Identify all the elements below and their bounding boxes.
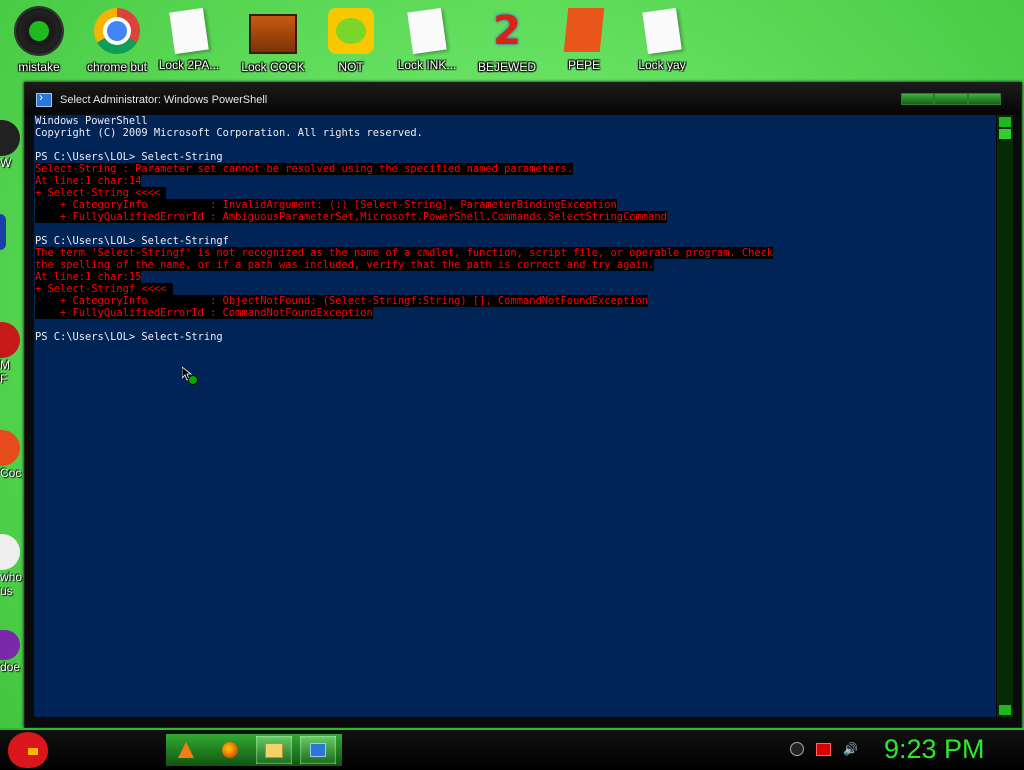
desktop-icon-label: BEJEWED <box>477 60 536 74</box>
scroll-thumb[interactable] <box>999 129 1011 139</box>
console-error-line: + FullyQualifiedErrorId : CommandNotFoun… <box>35 307 373 319</box>
close-button[interactable] <box>967 93 1001 105</box>
app-icon <box>0 214 6 250</box>
desktop-icon-label: Lock 2PA... <box>158 58 220 72</box>
desktop-icon-chrome[interactable]: chrome but <box>78 8 156 74</box>
console-line: PS C:\Users\LOL> Select-String <box>35 151 223 163</box>
window-titlebar[interactable]: Select Administrator: Windows PowerShell <box>25 83 1021 115</box>
system-tray: 🔊 <box>790 742 858 756</box>
volume-icon[interactable]: 🔊 <box>843 742 858 756</box>
desktop-icon-not[interactable]: NOT <box>312 8 390 74</box>
game-icon <box>249 14 297 54</box>
desktop-icon-label: NOT <box>338 60 364 74</box>
window-title: Select Administrator: Windows PowerShell <box>60 94 268 106</box>
desktop-icons: mistake chrome but Lock 2PA... Lock COCK… <box>0 4 1024 82</box>
console-error-line: At line:1 char:14 <box>35 175 142 187</box>
razer-icon <box>16 8 62 54</box>
desktop-icon-label: who us <box>0 570 23 598</box>
taskbar: 🔊 9:23 PM <box>0 728 1024 770</box>
taskbar-clock[interactable]: 9:23 PM <box>884 734 985 765</box>
desktop-icon-lock-cock[interactable]: Lock COCK <box>234 8 312 74</box>
document-icon <box>169 7 209 55</box>
tray-flag-icon[interactable] <box>816 742 831 756</box>
document-icon <box>407 7 447 55</box>
taskbar-vlc[interactable] <box>168 736 204 764</box>
desktop-icon-lock-yay[interactable]: Lock yay <box>623 7 701 72</box>
desktop-icon-label: mistake <box>18 60 60 74</box>
console-line: Windows PowerShell <box>35 115 148 127</box>
powershell-window[interactable]: Select Administrator: Windows PowerShell… <box>24 82 1022 728</box>
desktop-icon-label: Lock INK... <box>397 58 457 72</box>
desktop-icon-label: doe <box>0 660 21 674</box>
folder-icon <box>265 742 283 758</box>
bad-piggies-icon <box>328 8 374 54</box>
tray-antivirus-icon[interactable] <box>790 742 804 756</box>
console-error-line: + Select-Stringf <<<< <box>35 283 173 295</box>
powershell-icon[interactable] <box>36 90 52 107</box>
minimize-button[interactable] <box>901 93 935 105</box>
app-icon <box>0 322 20 358</box>
desktop-icon-partial[interactable]: Coc <box>0 430 21 480</box>
vlc-icon <box>178 742 194 758</box>
firefox-icon <box>222 742 238 758</box>
desktop-icon-partial[interactable] <box>0 214 6 250</box>
console-error-line: + CategoryInfo : InvalidArgument: (:) [S… <box>35 199 617 211</box>
taskbar-firefox[interactable] <box>212 736 248 764</box>
desktop-icon-pepe[interactable]: PEPE <box>545 8 623 72</box>
app-icon <box>0 630 20 660</box>
console-error-line: At line:1 char:15 <box>35 271 142 283</box>
desktop-icon-partial[interactable]: M F <box>0 322 20 386</box>
powershell-icon <box>310 743 326 757</box>
window-controls <box>901 93 1001 105</box>
document-icon <box>642 7 682 55</box>
chrome-icon <box>94 8 140 54</box>
console-text: Windows PowerShell Copyright (C) 2009 Mic… <box>35 115 774 343</box>
desktop-icon-partial[interactable]: W <box>0 120 20 170</box>
scroll-up-button[interactable] <box>999 117 1011 127</box>
angry-bird-icon[interactable] <box>8 732 48 768</box>
busy-indicator-icon <box>188 375 198 385</box>
taskbar-powershell[interactable] <box>300 736 336 764</box>
maximize-button[interactable] <box>934 93 968 105</box>
vertical-scrollbar[interactable] <box>996 115 1013 717</box>
taskbar-explorer[interactable] <box>256 736 292 764</box>
desktop-icon-label: M F <box>0 358 10 386</box>
desktop-icon-label: W <box>0 156 12 170</box>
desktop-icon-label: PEPE <box>567 58 600 72</box>
app-icon <box>0 534 20 570</box>
desktop-icon-bejewed[interactable]: 2 BEJEWED <box>468 8 546 74</box>
app-icon <box>0 430 20 466</box>
desktop-icon-label: Lock yay <box>638 58 686 72</box>
desktop-icon-lock-2pa[interactable]: Lock 2PA... <box>150 7 228 72</box>
console-error-line: + Select-String <<<< <box>35 187 167 199</box>
desktop-icon-partial[interactable]: who us <box>0 534 22 598</box>
desktop-icon-mistake[interactable]: mistake <box>0 8 78 74</box>
console-error-line: Select-String : Parameter set cannot be … <box>35 163 573 175</box>
desktop-icon-lock-ink[interactable]: Lock INK... <box>388 7 466 72</box>
pepe-icon <box>563 8 605 52</box>
scroll-down-button[interactable] <box>999 705 1011 715</box>
app-icon <box>0 120 20 156</box>
console-line: PS C:\Users\LOL> Select-String <box>35 331 223 343</box>
console-output[interactable]: Windows PowerShell Copyright (C) 2009 Mic… <box>34 115 996 717</box>
console-line: PS C:\Users\LOL> Select-Stringf <box>35 235 229 247</box>
console-line: Copyright (C) 2009 Microsoft Corporation… <box>35 127 423 139</box>
desktop-icon-label: Coc <box>0 466 22 480</box>
desktop-icon-partial[interactable]: doe <box>0 630 20 674</box>
desktop-icon-label: chrome but <box>86 60 148 74</box>
console-error-line: the spelling of the name, or if a path w… <box>35 259 655 271</box>
console-error-line: + CategoryInfo : ObjectNotFound: (Select… <box>35 295 649 307</box>
desktop-icon-label: Lock COCK <box>241 60 305 74</box>
console-error-line: The term 'Select-Stringf' is not recogni… <box>35 247 774 259</box>
bejeweled-icon: 2 <box>493 8 521 54</box>
console-error-line: + FullyQualifiedErrorId : AmbiguousParam… <box>35 211 667 223</box>
